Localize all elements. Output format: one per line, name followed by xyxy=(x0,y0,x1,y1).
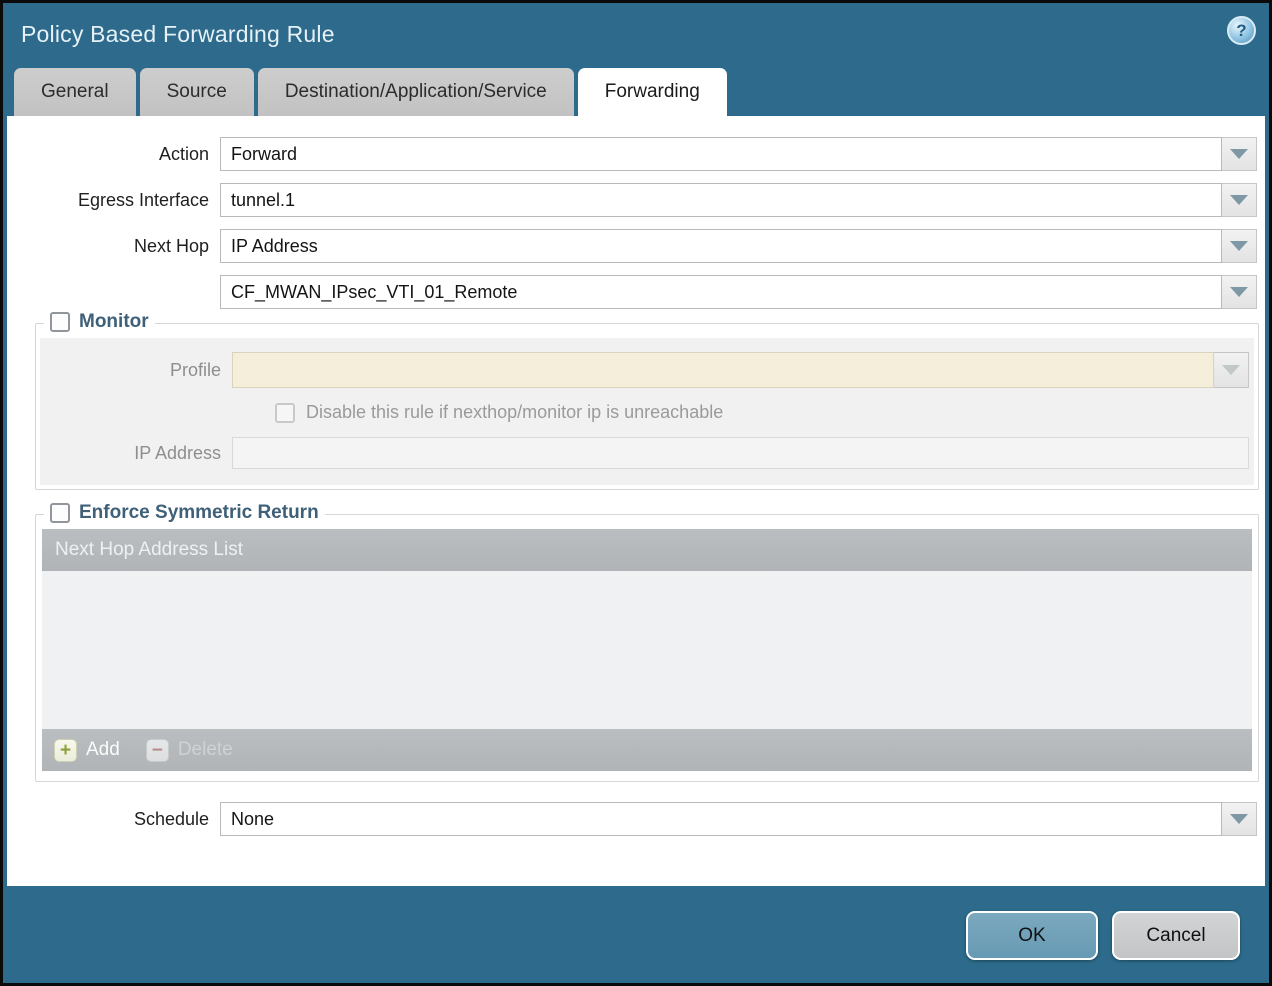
delete-button: − Delete xyxy=(146,739,233,762)
dialog-titlebar: Policy Based Forwarding Rule ? xyxy=(3,3,1269,68)
dialog-button-bar: OK Cancel xyxy=(3,886,1269,960)
next-hop-address-dropdown-button[interactable] xyxy=(1222,275,1257,309)
cancel-button[interactable]: Cancel xyxy=(1112,911,1240,960)
dialog-title: Policy Based Forwarding Rule xyxy=(21,21,335,47)
monitor-panel: Profile Disable this rule if nexthop/mon… xyxy=(40,338,1254,485)
disable-rule-label: Disable this rule if nexthop/monitor ip … xyxy=(306,402,723,423)
delete-icon: − xyxy=(146,739,169,762)
egress-interface-row: Egress Interface tunnel.1 xyxy=(7,183,1257,217)
next-hop-type-select[interactable]: IP Address xyxy=(220,229,1222,263)
monitor-fieldset: Monitor Profile Disable this rule if nex… xyxy=(35,323,1259,490)
next-hop-address-list-footer: + Add − Delete xyxy=(42,729,1252,771)
egress-interface-select[interactable]: tunnel.1 xyxy=(220,183,1222,217)
tab-forwarding[interactable]: Forwarding xyxy=(578,68,727,116)
next-hop-label: Next Hop xyxy=(7,236,220,257)
egress-interface-label: Egress Interface xyxy=(7,190,220,211)
chevron-down-icon xyxy=(1230,241,1248,251)
policy-based-forwarding-dialog: Policy Based Forwarding Rule ? General S… xyxy=(0,0,1272,986)
chevron-down-icon xyxy=(1222,365,1240,375)
action-label: Action xyxy=(7,144,220,165)
enforce-symmetric-return-legend: Enforce Symmetric Return xyxy=(44,502,325,524)
action-row: Action Forward xyxy=(7,137,1257,171)
monitor-title: Monitor xyxy=(79,311,149,333)
next-hop-row: Next Hop IP Address xyxy=(7,229,1257,263)
tab-source[interactable]: Source xyxy=(140,68,254,116)
action-select[interactable]: Forward xyxy=(220,137,1222,171)
tab-content-forwarding: Action Forward Egress Interface tunnel.1… xyxy=(7,116,1265,886)
profile-row: Profile xyxy=(40,352,1249,388)
next-hop-address-list-table: Next Hop Address List + Add − Delete xyxy=(42,529,1252,771)
chevron-down-icon xyxy=(1230,287,1248,297)
monitor-ip-address-input xyxy=(232,437,1249,469)
tab-destination-application-service[interactable]: Destination/Application/Service xyxy=(258,68,574,116)
delete-button-label: Delete xyxy=(178,739,233,761)
monitor-ip-address-label: IP Address xyxy=(40,443,232,464)
enforce-symmetric-return-title: Enforce Symmetric Return xyxy=(79,502,319,524)
monitor-legend: Monitor xyxy=(44,311,155,333)
tab-bar: General Source Destination/Application/S… xyxy=(3,68,1269,116)
monitor-checkbox[interactable] xyxy=(50,312,70,332)
add-icon: + xyxy=(54,739,77,762)
next-hop-address-row: CF_MWAN_IPsec_VTI_01_Remote xyxy=(7,275,1257,309)
enforce-symmetric-return-checkbox[interactable] xyxy=(50,503,70,523)
tab-general[interactable]: General xyxy=(14,68,136,116)
next-hop-dropdown-button[interactable] xyxy=(1222,229,1257,263)
profile-label: Profile xyxy=(40,360,232,381)
help-icon[interactable]: ? xyxy=(1227,16,1256,45)
next-hop-address-list-body[interactable] xyxy=(42,571,1252,729)
enforce-symmetric-return-fieldset: Enforce Symmetric Return Next Hop Addres… xyxy=(35,514,1259,782)
chevron-down-icon xyxy=(1230,814,1248,824)
next-hop-address-select[interactable]: CF_MWAN_IPsec_VTI_01_Remote xyxy=(220,275,1222,309)
disable-rule-checkbox xyxy=(275,403,295,423)
add-button[interactable]: + Add xyxy=(54,739,120,762)
egress-interface-dropdown-button[interactable] xyxy=(1222,183,1257,217)
profile-select xyxy=(232,352,1214,388)
add-button-label: Add xyxy=(86,739,120,761)
disable-rule-row: Disable this rule if nexthop/monitor ip … xyxy=(275,402,1254,423)
schedule-dropdown-button[interactable] xyxy=(1222,802,1257,836)
monitor-ip-address-row: IP Address xyxy=(40,437,1249,469)
schedule-select[interactable]: None xyxy=(220,802,1222,836)
chevron-down-icon xyxy=(1230,149,1248,159)
ok-button[interactable]: OK xyxy=(966,911,1098,960)
chevron-down-icon xyxy=(1230,195,1248,205)
action-dropdown-button[interactable] xyxy=(1222,137,1257,171)
profile-dropdown-button xyxy=(1214,352,1249,388)
schedule-row: Schedule None xyxy=(7,802,1257,836)
next-hop-address-list-header: Next Hop Address List xyxy=(42,529,1252,571)
schedule-label: Schedule xyxy=(7,809,220,830)
